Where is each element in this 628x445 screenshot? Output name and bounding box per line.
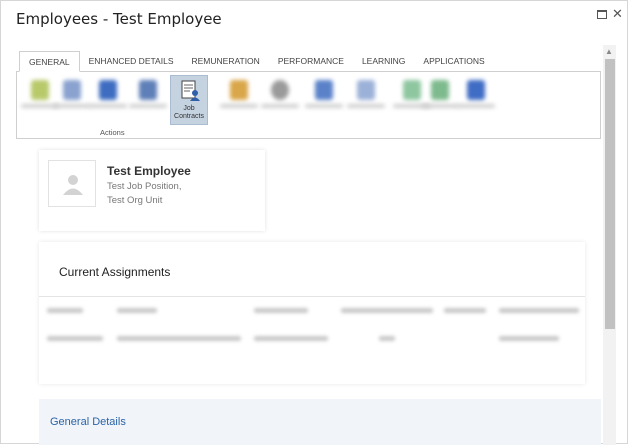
- ribbon-button[interactable]: [347, 76, 385, 124]
- blurred-text: [47, 336, 103, 341]
- tab-enhanced-details[interactable]: ENHANCED DETAILS: [80, 51, 183, 72]
- employee-window: Employees - Test Employee ✕ GENERAL ENHA…: [0, 0, 628, 445]
- ribbon-button[interactable]: [53, 76, 91, 124]
- blurred-text: [499, 336, 559, 341]
- current-assignments-panel: Current Assignments: [39, 242, 585, 384]
- employee-name: Test Employee: [107, 164, 191, 178]
- ribbon-button[interactable]: [457, 76, 495, 124]
- scroll-up-icon[interactable]: ▲: [605, 47, 613, 56]
- avatar: [48, 160, 96, 207]
- job-contracts-icon: [181, 80, 200, 101]
- user-placeholder-icon: [63, 175, 83, 195]
- blurred-text: [117, 336, 241, 341]
- ribbon-button[interactable]: [129, 76, 167, 124]
- blurred-text: [379, 336, 395, 341]
- blurred-text: [444, 308, 486, 313]
- ribbon: Job Contracts Actions: [16, 71, 601, 139]
- employee-position: Test Job Position,: [107, 181, 182, 192]
- tab-applications[interactable]: APPLICATIONS: [414, 51, 493, 72]
- tab-remuneration[interactable]: REMUNERATION: [182, 51, 268, 72]
- ribbon-button[interactable]: [261, 76, 299, 124]
- tab-general[interactable]: GENERAL: [19, 51, 80, 72]
- close-icon[interactable]: ✕: [612, 6, 623, 22]
- blurred-text: [117, 308, 157, 313]
- job-contracts-label: Job Contracts: [174, 105, 204, 120]
- current-assignments-title: Current Assignments: [59, 265, 171, 279]
- ribbon-button[interactable]: [89, 76, 127, 124]
- employee-org-unit: Test Org Unit: [107, 195, 163, 206]
- blurred-text: [254, 308, 308, 313]
- maximize-icon[interactable]: [597, 10, 607, 19]
- blurred-text: [47, 308, 83, 313]
- ribbon-group-actions-label: Actions: [100, 128, 125, 137]
- ribbon-button[interactable]: [305, 76, 343, 124]
- tab-strip: GENERAL ENHANCED DETAILS REMUNERATION PE…: [19, 51, 494, 72]
- blurred-text: [341, 308, 433, 313]
- tab-learning[interactable]: LEARNING: [353, 51, 414, 72]
- blurred-text: [499, 308, 579, 313]
- divider: [39, 296, 585, 297]
- tab-performance[interactable]: PERFORMANCE: [269, 51, 353, 72]
- scrollbar-thumb[interactable]: [605, 59, 615, 329]
- ribbon-button[interactable]: [421, 76, 459, 124]
- job-contracts-button[interactable]: Job Contracts: [170, 75, 208, 125]
- employee-card: Test Employee Test Job Position, Test Or…: [39, 150, 265, 231]
- general-details-link[interactable]: General Details: [50, 416, 126, 428]
- window-title: Employees - Test Employee: [16, 10, 222, 28]
- blurred-text: [254, 336, 328, 341]
- ribbon-button[interactable]: [220, 76, 258, 124]
- general-details-section: General Details: [39, 399, 601, 445]
